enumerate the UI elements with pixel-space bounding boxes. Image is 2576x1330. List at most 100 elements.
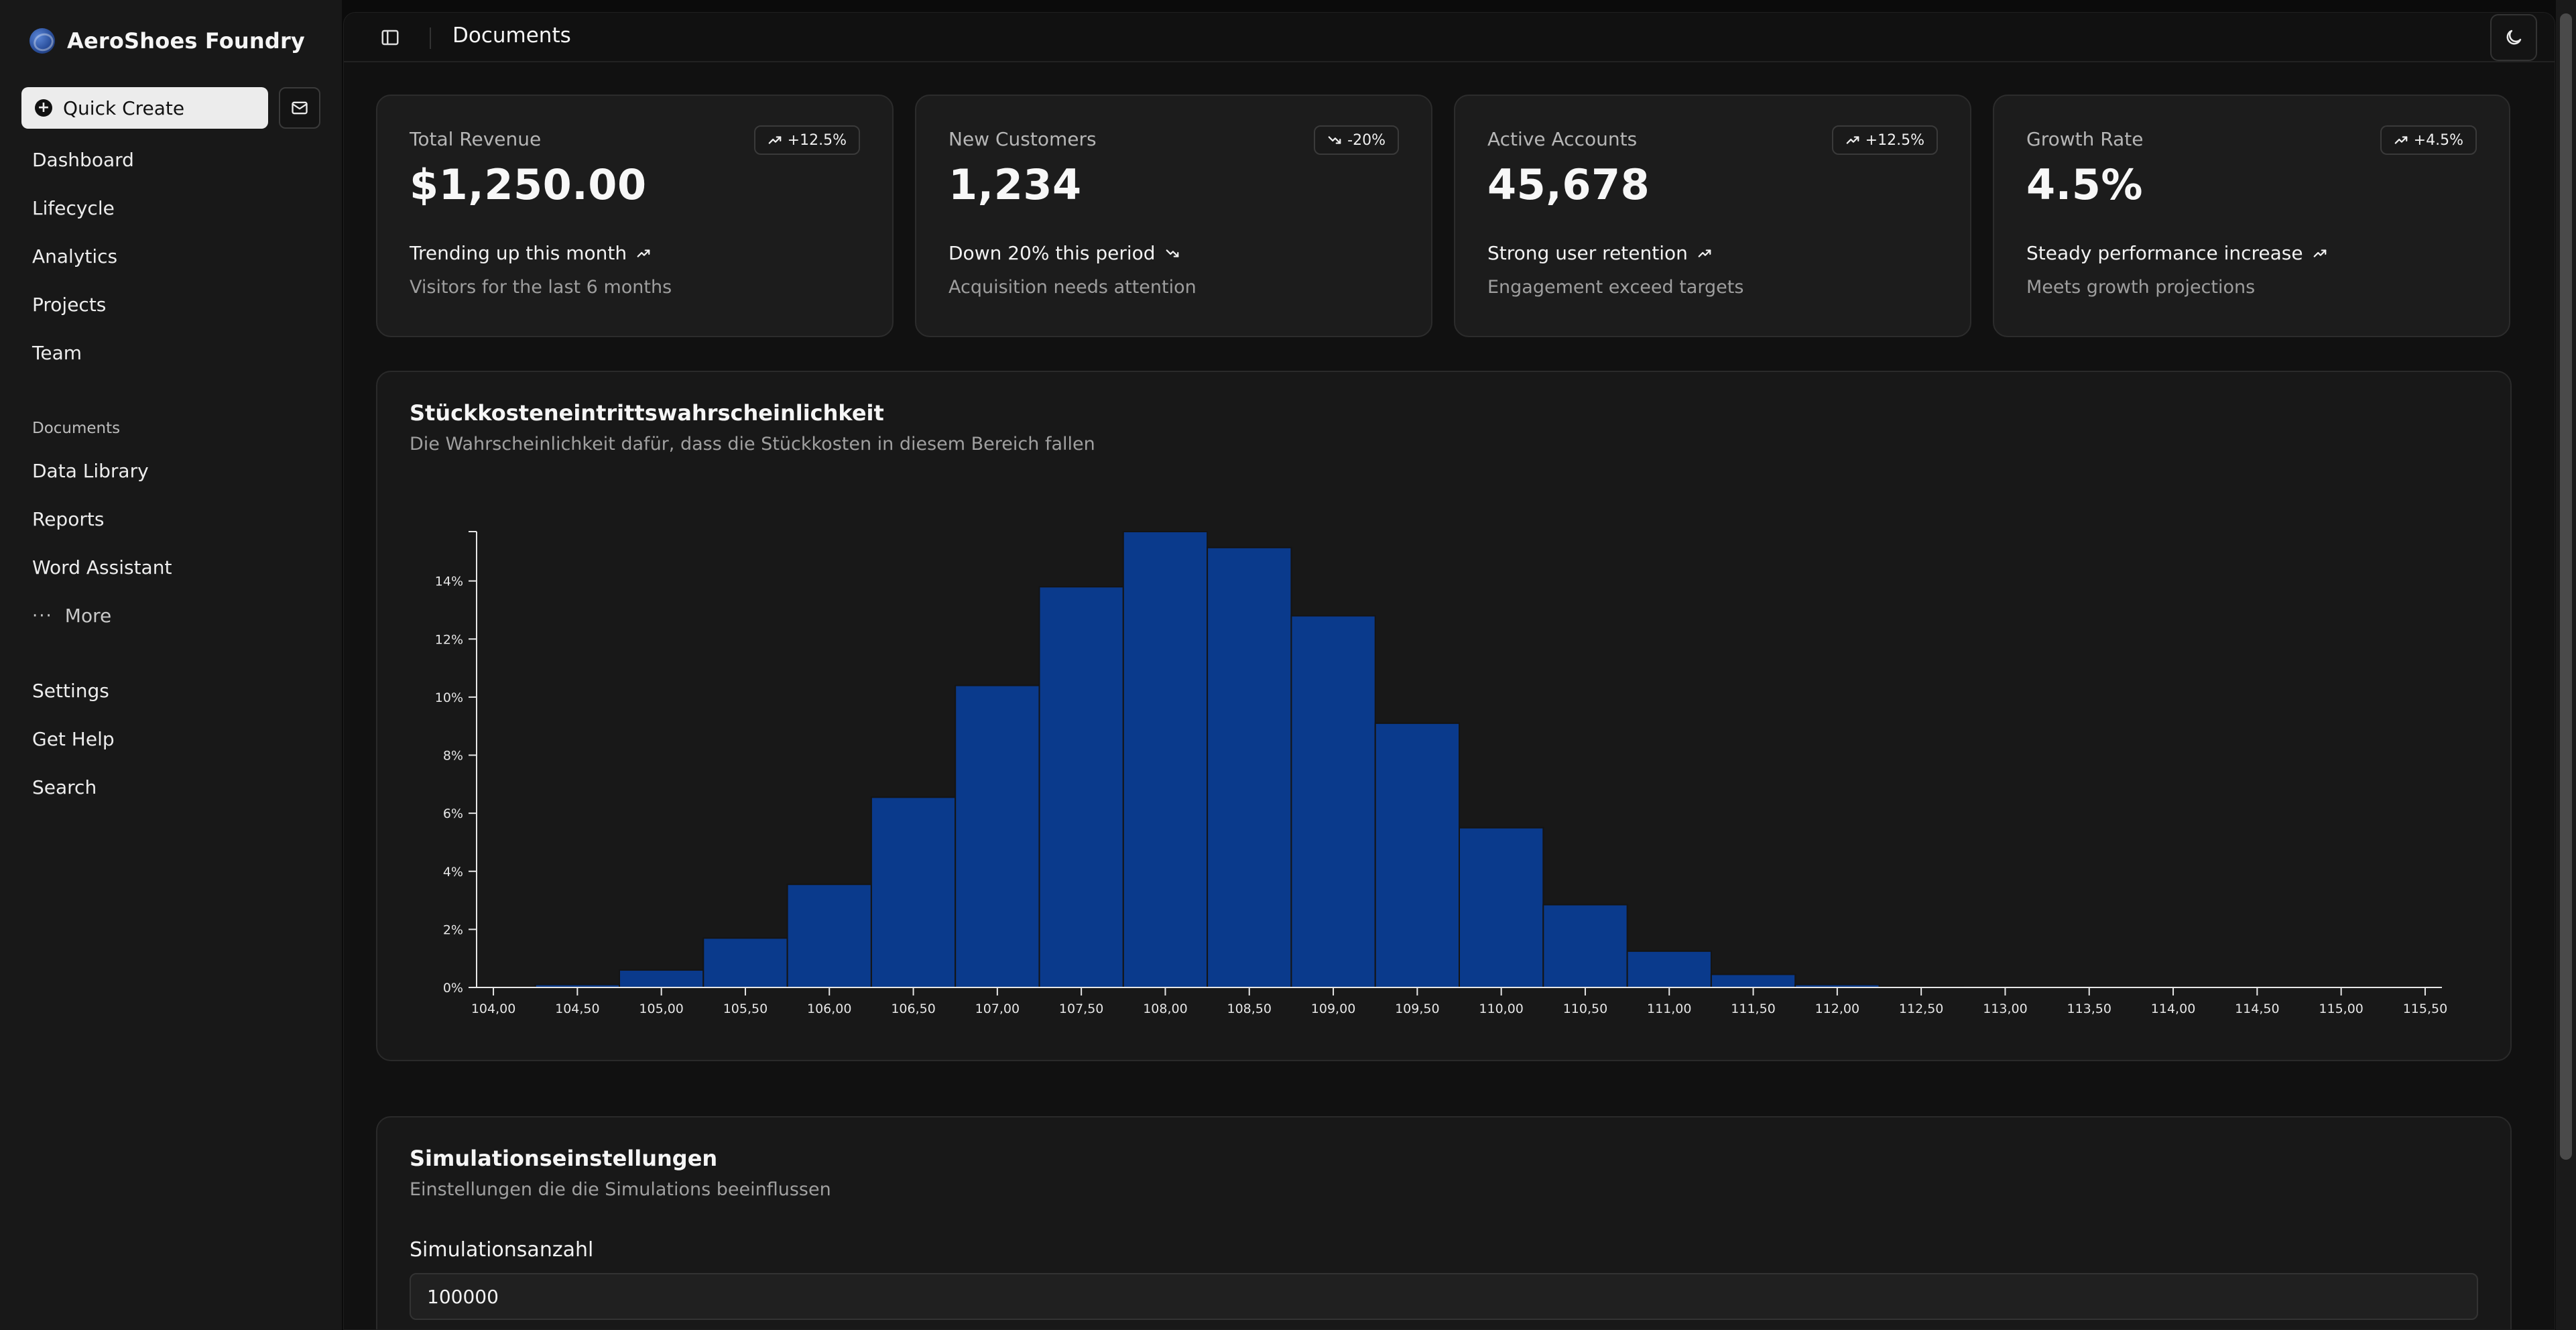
more-label: More <box>64 605 112 627</box>
x-tick-label: 107,50 <box>1059 1002 1103 1016</box>
histogram-bar <box>1626 950 1712 988</box>
sidebar: AeroShoes Foundry + Quick Create Dashboa… <box>0 0 342 1330</box>
kpi-trend: Down 20% this period <box>948 242 1180 264</box>
histogram-card: Stückkosteneintrittswahrscheinlichkeit D… <box>376 371 2512 1061</box>
kpi-card-active-accounts: Active Accounts +12.5% 45,678 Strong user r… <box>1454 95 1971 337</box>
y-tick-label: 4% <box>443 865 463 880</box>
x-tick-label: 115,00 <box>2319 1002 2363 1016</box>
kpi-change-badge: +12.5% <box>753 125 860 155</box>
sidebar-item-projects[interactable]: Projects <box>32 294 106 316</box>
trending-down-icon <box>1327 133 1342 147</box>
more-dots-icon: ··· <box>32 605 53 626</box>
kpi-card-growth-rate: Growth Rate +4.5% 4.5% Steady performance i… <box>1993 95 2510 337</box>
kpi-label: New Customers <box>948 128 1097 150</box>
brand-name: AeroShoes Foundry <box>67 28 305 54</box>
kpi-value: 1,234 <box>948 160 1082 209</box>
sidebar-item-lifecycle[interactable]: Lifecycle <box>32 197 115 219</box>
panel-left-icon <box>381 29 399 46</box>
kpi-value: 4.5% <box>2026 160 2143 209</box>
trending-up-icon <box>768 133 782 147</box>
sidebar-item-reports[interactable]: Reports <box>32 508 104 530</box>
x-tick-label: 109,50 <box>1395 1002 1439 1016</box>
trending-up-icon <box>636 246 651 261</box>
mail-icon <box>292 101 308 115</box>
y-tick-label: 2% <box>443 922 463 937</box>
sidebar-item-analytics[interactable]: Analytics <box>32 245 117 267</box>
x-tick-label: 111,00 <box>1647 1002 1691 1016</box>
x-tick-label: 111,50 <box>1731 1002 1775 1016</box>
x-tick-label: 106,00 <box>807 1002 851 1016</box>
histogram-bar <box>1542 904 1628 988</box>
kpi-trend-text: Steady performance increase <box>2026 242 2303 264</box>
kpi-card-total-revenue: Total Revenue +12.5% $1,250.00 Trending up … <box>376 95 894 337</box>
y-tick-label: 10% <box>435 690 463 705</box>
x-tick-label: 112,00 <box>1815 1002 1859 1016</box>
histogram-bar <box>1290 615 1376 988</box>
histogram-bar <box>1122 531 1209 988</box>
simulation-settings-card: Simulationseinstellungen Einstellungen d… <box>376 1116 2512 1329</box>
quick-create-label: Quick Create <box>63 97 185 119</box>
histogram-bar <box>702 937 788 989</box>
sidebar-section-documents: Documents <box>32 420 121 437</box>
sidebar-toggle-button[interactable] <box>379 26 402 49</box>
kpi-card-new-customers: New Customers -20% 1,234 Down 20% this peri… <box>915 95 1432 337</box>
kpi-change-value: +12.5% <box>1865 131 1924 149</box>
histogram-bar <box>1038 586 1124 989</box>
x-tick-label: 114,00 <box>2151 1002 2195 1016</box>
trending-down-icon <box>1165 246 1180 261</box>
main-panel: Documents Total Revenue +12.5% $1,250.00 Tr… <box>343 12 2555 1330</box>
x-tick-label: 104,00 <box>471 1002 515 1016</box>
sidebar-item-word-assistant[interactable]: Word Assistant <box>32 556 172 579</box>
x-tick-label: 114,50 <box>2235 1002 2279 1016</box>
kpi-value: $1,250.00 <box>410 160 647 209</box>
sidebar-item-dashboard[interactable]: Dashboard <box>32 149 134 171</box>
kpi-value: 45,678 <box>1487 160 1650 209</box>
kpi-trend-text: Down 20% this period <box>948 242 1156 264</box>
sidebar-item-data-library[interactable]: Data Library <box>32 460 149 482</box>
histogram-bar <box>1459 827 1544 989</box>
inbox-button[interactable] <box>279 87 320 129</box>
sidebar-item-more[interactable]: ··· More <box>32 605 111 627</box>
page-title: Documents <box>452 23 571 48</box>
topbar-divider <box>430 27 431 49</box>
sidebar-item-settings[interactable]: Settings <box>32 680 109 702</box>
trending-up-icon <box>2394 133 2408 147</box>
x-tick-label: 106,50 <box>891 1002 935 1016</box>
kpi-description: Engagement exceed targets <box>1487 277 1744 298</box>
x-tick-label: 109,00 <box>1311 1002 1355 1016</box>
kpi-change-badge: -20% <box>1314 125 1399 155</box>
simulation-count-label: Simulationsanzahl <box>410 1238 594 1262</box>
x-tick-label: 115,50 <box>2403 1002 2447 1016</box>
moon-icon <box>2506 29 2522 45</box>
kpi-trend: Trending up this month <box>410 242 651 264</box>
scrollbar-thumb[interactable] <box>2560 13 2572 1160</box>
y-tick-label: 0% <box>443 981 463 995</box>
histogram-bar <box>870 796 957 988</box>
simulation-count-input[interactable] <box>410 1273 2478 1320</box>
kpi-trend-text: Strong user retention <box>1487 242 1688 264</box>
kpi-trend: Steady performance increase <box>2026 242 2327 264</box>
y-tick-label: 6% <box>443 806 463 821</box>
y-tick-label: 8% <box>443 749 463 764</box>
trending-up-icon <box>2313 246 2327 261</box>
kpi-description: Visitors for the last 6 months <box>410 277 672 298</box>
sidebar-item-get-help[interactable]: Get Help <box>32 728 115 750</box>
histogram-bar <box>619 969 704 989</box>
quick-create-button[interactable]: + Quick Create <box>21 87 268 129</box>
kpi-trend: Strong user retention <box>1487 242 1712 264</box>
kpi-label: Growth Rate <box>2026 128 2144 150</box>
histogram-chart: 0% 2% 4% 6% 8% 10% 12% 14% 104,00 104,50 105,00 105… <box>435 531 2447 1016</box>
sidebar-item-team[interactable]: Team <box>32 342 82 364</box>
histogram-bar <box>786 884 872 989</box>
sidebar-item-search[interactable]: Search <box>32 776 97 798</box>
x-tick-label: 108,00 <box>1143 1002 1187 1016</box>
histogram-bar <box>1710 973 1796 989</box>
kpi-change-badge: +12.5% <box>1831 125 1938 155</box>
theme-toggle-button[interactable] <box>2490 14 2537 61</box>
kpi-description: Meets growth projections <box>2026 277 2256 298</box>
kpi-change-value: +12.5% <box>787 131 847 149</box>
x-tick-label: 110,00 <box>1479 1002 1523 1016</box>
brand[interactable]: AeroShoes Foundry <box>29 28 305 54</box>
scrollbar[interactable] <box>2556 0 2576 1330</box>
x-tick-label: 108,50 <box>1227 1002 1272 1016</box>
